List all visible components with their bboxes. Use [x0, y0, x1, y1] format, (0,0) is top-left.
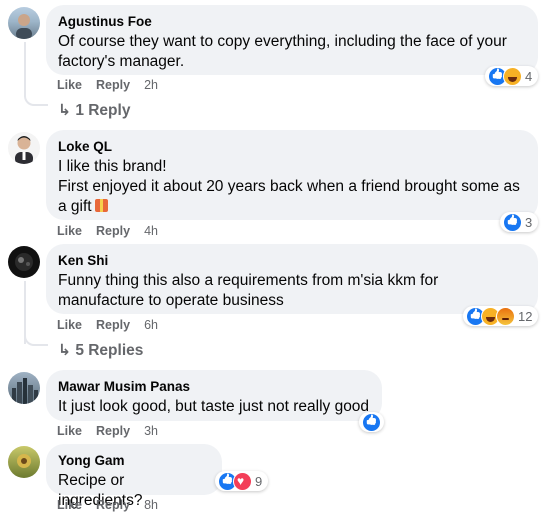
reply-button[interactable]: Reply [96, 318, 130, 332]
like-reaction-icon [503, 212, 522, 232]
comment-actions: Like Reply 8h [57, 498, 172, 512]
timestamp[interactable]: 4h [144, 224, 158, 238]
comment-bubble: Agustinus Foe Of course they want to cop… [46, 5, 538, 75]
replies-label: 1 Reply [75, 102, 131, 119]
comment-text: Of course they want to copy everything, … [58, 33, 507, 70]
replies-label: 5 Replies [75, 342, 144, 359]
reaction-count: 4 [525, 68, 533, 84]
comment-text-line: a gift [58, 198, 92, 215]
comment-text-line: First enjoyed it about 20 years back whe… [58, 178, 520, 195]
reaction-count: 3 [525, 214, 533, 230]
comment-author[interactable]: Mawar Musim Panas [58, 378, 370, 396]
comment-bubble: Mawar Musim Panas It just look good, but… [46, 370, 382, 421]
love-reaction-icon [233, 471, 252, 491]
avatar-photo [17, 454, 31, 468]
like-button[interactable]: Like [57, 224, 82, 238]
comment-bubble: Yong Gam Recipe or ingredients? [46, 444, 222, 509]
avatar-photo [15, 253, 33, 271]
timestamp[interactable]: 6h [144, 318, 158, 332]
avatar[interactable] [8, 446, 40, 478]
reply-button[interactable]: Reply [96, 498, 130, 512]
comment-actions: Like Reply 6h [57, 318, 172, 332]
avatar[interactable] [8, 372, 40, 404]
like-button[interactable]: Like [57, 424, 82, 438]
thread-line [24, 42, 26, 97]
avatar[interactable] [8, 132, 40, 164]
thread-hook [24, 94, 48, 106]
like-button[interactable]: Like [57, 318, 82, 332]
reply-arrow-icon: ↳ [58, 342, 71, 359]
timestamp[interactable]: 2h [144, 78, 158, 92]
reply-arrow-icon: ↳ [58, 102, 71, 119]
avatar[interactable] [8, 246, 40, 278]
avatar-photo [12, 378, 38, 404]
comment-text: It just look good, but taste just not re… [58, 398, 370, 415]
angry-reaction-icon [496, 306, 515, 326]
reaction-summary[interactable] [359, 412, 384, 432]
comment-author[interactable]: Agustinus Foe [58, 13, 526, 31]
avatar-photo [16, 14, 32, 39]
comment-author[interactable]: Ken Shi [58, 252, 526, 270]
comment-actions: Like Reply 4h [57, 224, 172, 238]
thread-hook [24, 334, 48, 346]
view-replies-link[interactable]: ↳ 1 Reply [58, 101, 130, 120]
comment-bubble: Ken Shi Funny thing this also a requirem… [46, 244, 538, 314]
comment-author[interactable]: Yong Gam [58, 452, 210, 470]
avatar[interactable] [8, 7, 40, 39]
haha-reaction-icon [503, 66, 522, 86]
comment-author[interactable]: Loke QL [58, 138, 526, 156]
comment-actions: Like Reply 2h [57, 78, 172, 92]
like-button[interactable]: Like [57, 78, 82, 92]
gift-emoji-icon [94, 199, 108, 212]
reply-button[interactable]: Reply [96, 78, 130, 92]
comment-actions: Like Reply 3h [57, 424, 172, 438]
reply-button[interactable]: Reply [96, 224, 130, 238]
comment-text: Funny thing this also a requirements fro… [58, 272, 439, 309]
timestamp[interactable]: 3h [144, 424, 158, 438]
like-reaction-icon [362, 412, 381, 432]
reaction-summary[interactable]: 12 [463, 306, 539, 326]
reaction-summary[interactable]: 9 [215, 471, 269, 491]
reply-button[interactable]: Reply [96, 424, 130, 438]
avatar-photo [15, 136, 33, 164]
like-button[interactable]: Like [57, 498, 82, 512]
reaction-summary[interactable]: 3 [500, 212, 539, 232]
reaction-count: 9 [255, 473, 263, 489]
comment-bubble: Loke QL I like this brand! First enjoyed… [46, 130, 538, 220]
reaction-summary[interactable]: 4 [485, 66, 539, 86]
timestamp[interactable]: 8h [144, 498, 158, 512]
view-replies-link[interactable]: ↳ 5 Replies [58, 341, 143, 360]
reaction-count: 12 [518, 308, 533, 324]
comment-text-line: I like this brand! [58, 158, 167, 175]
